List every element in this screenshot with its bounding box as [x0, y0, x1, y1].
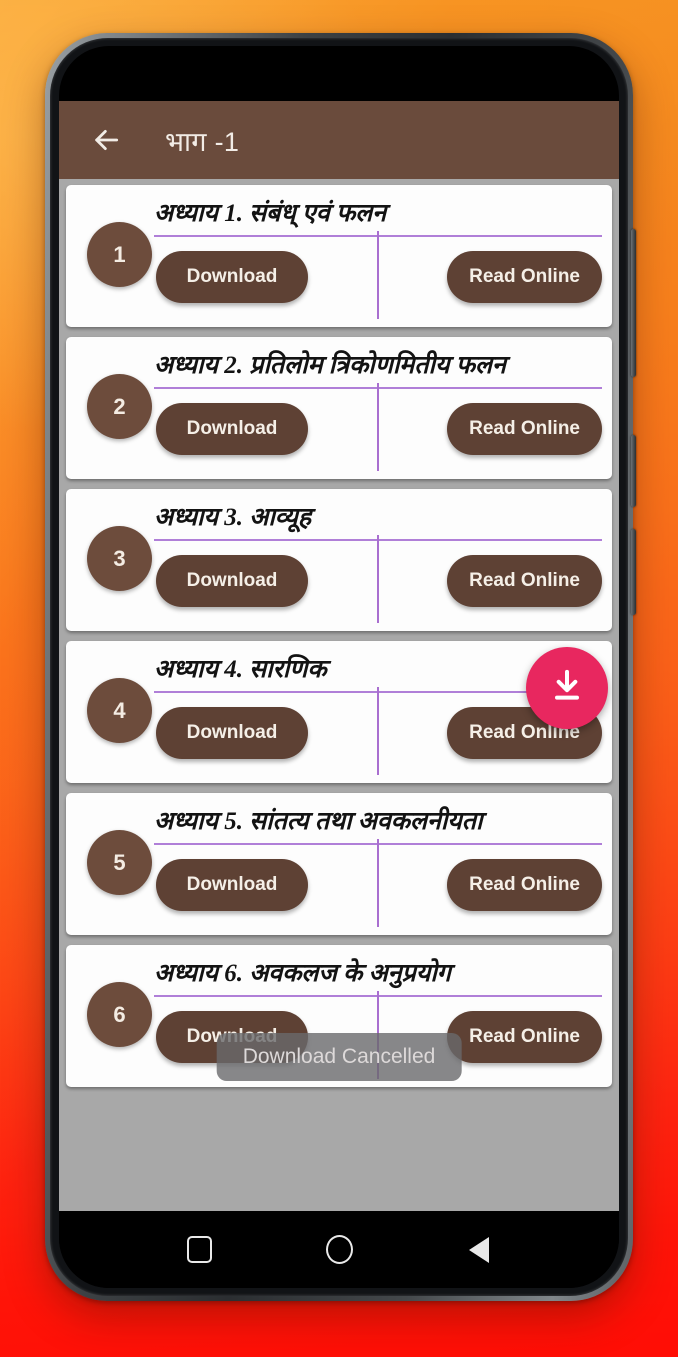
vertical-divider: [377, 534, 379, 623]
download-button[interactable]: Download: [156, 706, 308, 759]
page-title: भाग -1: [165, 126, 240, 157]
chapter-title: अध्याय 6. अवकलज के अनुप्रयोग: [154, 960, 451, 987]
chapter-number-badge: 1: [87, 222, 152, 287]
chapter-number-badge: 4: [87, 678, 152, 743]
vertical-divider: [377, 838, 379, 927]
circle-icon: [325, 1235, 353, 1264]
recents-button[interactable]: [179, 1230, 219, 1270]
arrow-left-icon[interactable]: [89, 123, 123, 157]
read-online-button[interactable]: Read Online: [447, 402, 602, 455]
download-icon: [547, 666, 587, 711]
chapter-title: अध्याय 2. प्रतिलोम त्रिकोणमितीय फलन: [154, 352, 506, 379]
chapter-title: अध्याय 1. संबंध् एवं फलन: [154, 200, 387, 227]
chapter-number-badge: 2: [87, 374, 152, 439]
volume-down-button[interactable]: [631, 435, 636, 507]
download-button[interactable]: Download: [156, 250, 308, 303]
read-online-button[interactable]: Read Online: [447, 1010, 602, 1063]
download-button[interactable]: Download: [156, 554, 308, 607]
app-container: भाग -1 1 अध्याय 1. संबंध् एवं फलन Downlo…: [59, 101, 619, 1211]
chapter-number-badge: 6: [87, 982, 152, 1047]
chapter-list[interactable]: 1 अध्याय 1. संबंध् एवं फलन Download Read…: [59, 179, 619, 1211]
chapter-card[interactable]: 2 अध्याय 2. प्रतिलोम त्रिकोणमितीय फलन Do…: [66, 337, 612, 479]
chapter-card[interactable]: 3 अध्याय 3. आव्यूह Download Read Online: [66, 489, 612, 631]
read-online-button[interactable]: Read Online: [447, 858, 602, 911]
phone-frame: भाग -1 1 अध्याय 1. संबंध् एवं फलन Downlo…: [45, 33, 636, 1301]
vertical-divider: [377, 686, 379, 775]
toast-message: Download Cancelled: [216, 1033, 462, 1081]
chapter-title: अध्याय 5. सांतत्य तथा अवकलनीयता: [154, 808, 483, 835]
read-online-button[interactable]: Read Online: [447, 554, 602, 607]
square-icon: [186, 1236, 212, 1263]
chapter-number-badge: 5: [87, 830, 152, 895]
download-button[interactable]: Download: [156, 858, 308, 911]
triangle-back-icon: [469, 1236, 489, 1263]
phone-screen: भाग -1 1 अध्याय 1. संबंध् एवं फलन Downlo…: [59, 46, 619, 1288]
chapter-title: अध्याय 3. आव्यूह: [154, 504, 312, 531]
chapter-card[interactable]: 4 अध्याय 4. सारणिक Download Read Online: [66, 641, 612, 783]
home-button[interactable]: [319, 1230, 359, 1270]
download-fab[interactable]: [526, 647, 608, 729]
vertical-divider: [377, 382, 379, 471]
chapter-number-badge: 3: [87, 526, 152, 591]
chapter-card[interactable]: 5 अध्याय 5. सांतत्य तथा अवकलनीयता Downlo…: [66, 793, 612, 935]
power-button[interactable]: [631, 529, 636, 615]
volume-up-button[interactable]: [631, 229, 636, 377]
vertical-divider: [377, 230, 379, 319]
chapter-card[interactable]: 1 अध्याय 1. संबंध् एवं फलन Download Read…: [66, 185, 612, 327]
back-button[interactable]: [459, 1230, 499, 1270]
chapter-card[interactable]: 6 अध्याय 6. अवकलज के अनुप्रयोग Download …: [66, 945, 612, 1087]
download-button[interactable]: Download: [156, 402, 308, 455]
android-navigation-bar: [59, 1211, 619, 1288]
app-bar: भाग -1: [59, 101, 619, 179]
read-online-button[interactable]: Read Online: [447, 250, 602, 303]
